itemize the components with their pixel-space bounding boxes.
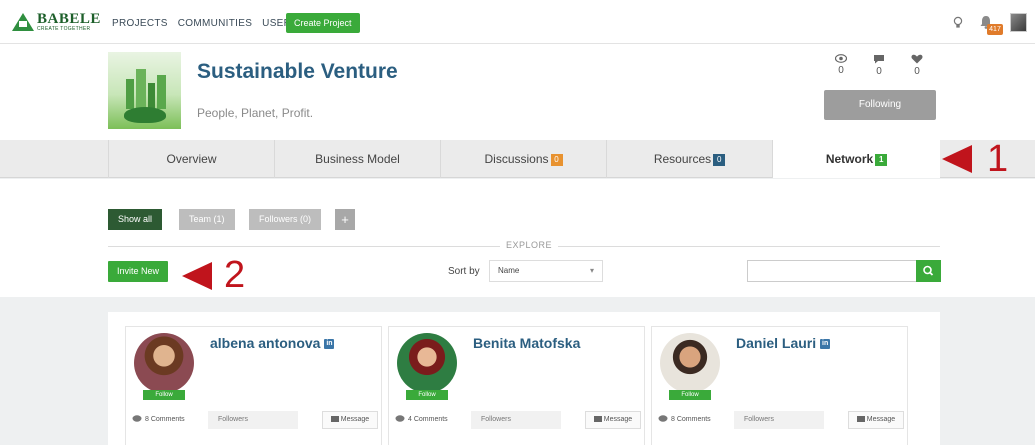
following-button[interactable]: Following <box>824 90 936 120</box>
followers-box: Followers <box>734 411 824 429</box>
speech-bubble-icon <box>658 415 668 422</box>
member-photo[interactable] <box>397 333 457 393</box>
envelope-icon <box>856 416 865 423</box>
discussions-count-badge: 0 <box>550 154 563 166</box>
followers-box: Followers <box>208 411 298 429</box>
follow-button[interactable]: Follow <box>143 390 185 400</box>
network-count-badge: 1 <box>875 154 888 166</box>
babele-logo[interactable]: BABELE CREATE TOGETHER <box>12 12 101 32</box>
likes-count: 0 <box>914 66 920 77</box>
message-button-label: Message <box>340 416 370 423</box>
views-stat: 0 <box>829 54 853 77</box>
add-filter-button[interactable]: + <box>335 209 355 230</box>
message-button-label: Message <box>866 416 896 423</box>
sort-by-label: Sort by <box>448 266 480 277</box>
explore-label: EXPLORE <box>500 240 559 250</box>
annotation-arrow-2 <box>182 262 212 290</box>
tab-resources[interactable]: Resources 0 <box>606 140 772 178</box>
comments-count-text: 4 Comments <box>408 415 448 423</box>
resources-count-badge: 0 <box>713 154 726 166</box>
main-nav: PROJECTS COMMUNITIES USERS <box>112 18 298 29</box>
sort-select-value: Name <box>498 266 520 275</box>
project-title: Sustainable Venture <box>197 60 398 83</box>
followers-filter-button[interactable]: Followers (0) <box>249 209 322 230</box>
speech-bubble-icon <box>395 415 405 422</box>
network-filter-area: Show all Team (1) Followers (0) + EXPLOR… <box>0 179 1035 297</box>
comments-count-text: 8 Comments <box>145 415 185 423</box>
member-name[interactable]: albena antonova <box>210 335 320 351</box>
tab-business-model-label: Business Model <box>315 152 400 166</box>
project-header: Sustainable Venture People, Planet, Prof… <box>0 44 1035 140</box>
project-logo-image <box>108 52 181 129</box>
speech-bubble-icon <box>874 55 884 64</box>
tab-network[interactable]: Network 1 <box>772 140 940 178</box>
team-filter-button[interactable]: Team (1) <box>179 209 235 230</box>
lightbulb-icon[interactable] <box>953 16 963 30</box>
member-card: Follow albena antonova in 8 Comments Foll… <box>125 326 382 445</box>
tab-discussions-label: Discussions <box>484 152 549 166</box>
heart-icon <box>911 54 923 64</box>
invite-new-button[interactable]: Invite New <box>108 261 168 282</box>
followers-box: Followers <box>471 411 561 429</box>
project-tabs: Overview Business Model Discussions 0 Res… <box>0 140 1035 178</box>
chevron-down-icon: ▾ <box>589 266 594 275</box>
annotation-arrow-1 <box>942 145 972 173</box>
comments-count-text: 8 Comments <box>671 415 711 423</box>
logo-mark-icon <box>12 13 34 31</box>
member-card: Follow Benita Matofska 4 Comments Follow… <box>388 326 645 445</box>
comments-count: 8 Comments <box>132 415 185 423</box>
logo-name: BABELE <box>37 11 101 27</box>
comments-count: 8 Comments <box>658 415 711 423</box>
comments-count: 4 Comments <box>395 415 448 423</box>
nav-projects[interactable]: PROJECTS <box>112 18 168 29</box>
create-project-button[interactable]: Create Project <box>286 13 360 33</box>
project-stats: 0 0 0 <box>829 54 929 77</box>
search-button[interactable] <box>916 260 941 282</box>
follow-button[interactable]: Follow <box>406 390 448 400</box>
project-tagline: People, Planet, Profit. <box>197 106 314 120</box>
speech-bubble-icon <box>132 415 142 422</box>
search-icon <box>923 265 934 276</box>
members-panel: Follow albena antonova in 8 Comments Foll… <box>108 312 940 445</box>
annotation-number-1: 1 <box>987 138 1009 180</box>
tab-discussions[interactable]: Discussions 0 <box>440 140 606 178</box>
envelope-icon <box>330 416 339 423</box>
tab-overview-label: Overview <box>166 152 217 166</box>
message-button-label: Message <box>603 416 633 423</box>
follow-button[interactable]: Follow <box>669 390 711 400</box>
member-name[interactable]: Daniel Lauri <box>736 335 816 351</box>
tab-network-label: Network <box>825 152 874 166</box>
comments-count: 0 <box>876 66 882 77</box>
member-photo[interactable] <box>660 333 720 393</box>
member-photo[interactable] <box>134 333 194 393</box>
message-button[interactable]: Message <box>848 411 904 429</box>
top-navbar: BABELE CREATE TOGETHER PROJECTS COMMUNIT… <box>0 0 1035 44</box>
linkedin-icon[interactable]: in <box>324 339 335 350</box>
tab-business-model[interactable]: Business Model <box>274 140 440 178</box>
message-button[interactable]: Message <box>322 411 378 429</box>
notification-count-badge: 417 <box>987 24 1003 35</box>
tab-resources-label: Resources <box>653 152 712 166</box>
member-card: Follow Daniel Lauri in 8 Comments Followe… <box>651 326 908 445</box>
show-all-button[interactable]: Show all <box>108 209 163 230</box>
views-count: 0 <box>838 65 844 76</box>
user-avatar[interactable] <box>1010 13 1027 32</box>
member-name[interactable]: Benita Matofska <box>473 335 580 351</box>
envelope-icon <box>593 416 602 423</box>
eye-icon <box>835 54 847 63</box>
linkedin-icon[interactable]: in <box>820 339 831 350</box>
logo-tagline: CREATE TOGETHER <box>37 26 91 32</box>
likes-stat: 0 <box>905 54 929 77</box>
comments-stat: 0 <box>867 54 891 77</box>
tab-overview[interactable]: Overview <box>108 140 274 178</box>
sort-select[interactable]: Name ▾ <box>489 260 603 282</box>
annotation-number-2: 2 <box>224 254 246 296</box>
message-button[interactable]: Message <box>585 411 641 429</box>
search-input[interactable] <box>747 260 917 282</box>
nav-communities[interactable]: COMMUNITIES <box>178 18 252 29</box>
